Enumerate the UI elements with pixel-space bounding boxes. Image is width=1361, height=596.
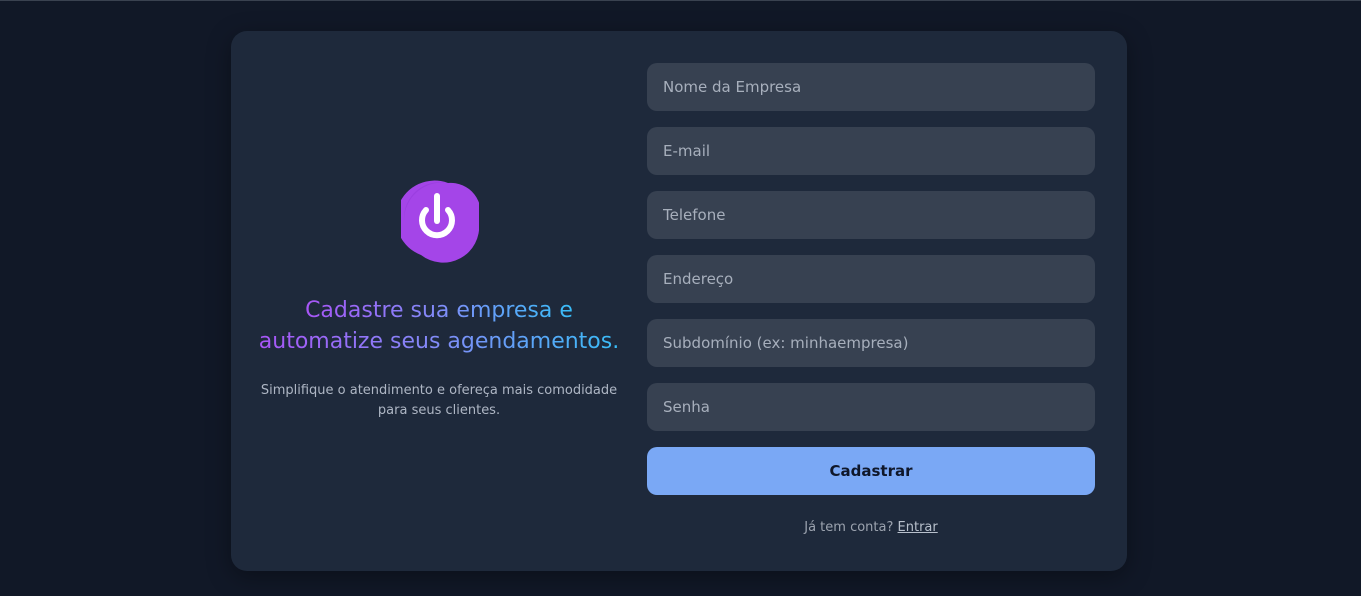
headline-line-1: Cadastre sua empresa e <box>305 298 573 323</box>
brand-panel: Cadastre sua empresa e automatize seus ag… <box>231 31 647 571</box>
window-top-border <box>0 0 1361 1</box>
signup-form: Cadastrar <box>647 63 1095 495</box>
subdomain-input[interactable] <box>647 319 1095 367</box>
company-name-input[interactable] <box>647 63 1095 111</box>
login-link[interactable]: Entrar <box>898 520 938 535</box>
address-input[interactable] <box>647 255 1095 303</box>
headline-line-2: automatize seus agendamentos. <box>258 329 620 354</box>
password-input[interactable] <box>647 383 1095 431</box>
power-icon <box>401 180 479 263</box>
signup-card: Cadastre sua empresa e automatize seus ag… <box>231 31 1127 571</box>
subtitle: Simplifique o atendimento e ofereça mais… <box>260 383 618 418</box>
login-prompt-row: Já tem conta? Entrar <box>647 520 1095 535</box>
register-button[interactable]: Cadastrar <box>647 447 1095 495</box>
login-prompt-text: Já tem conta? <box>804 520 894 535</box>
headline: Cadastre sua empresa e automatize seus ag… <box>247 295 631 357</box>
phone-input[interactable] <box>647 191 1095 239</box>
email-input[interactable] <box>647 127 1095 175</box>
